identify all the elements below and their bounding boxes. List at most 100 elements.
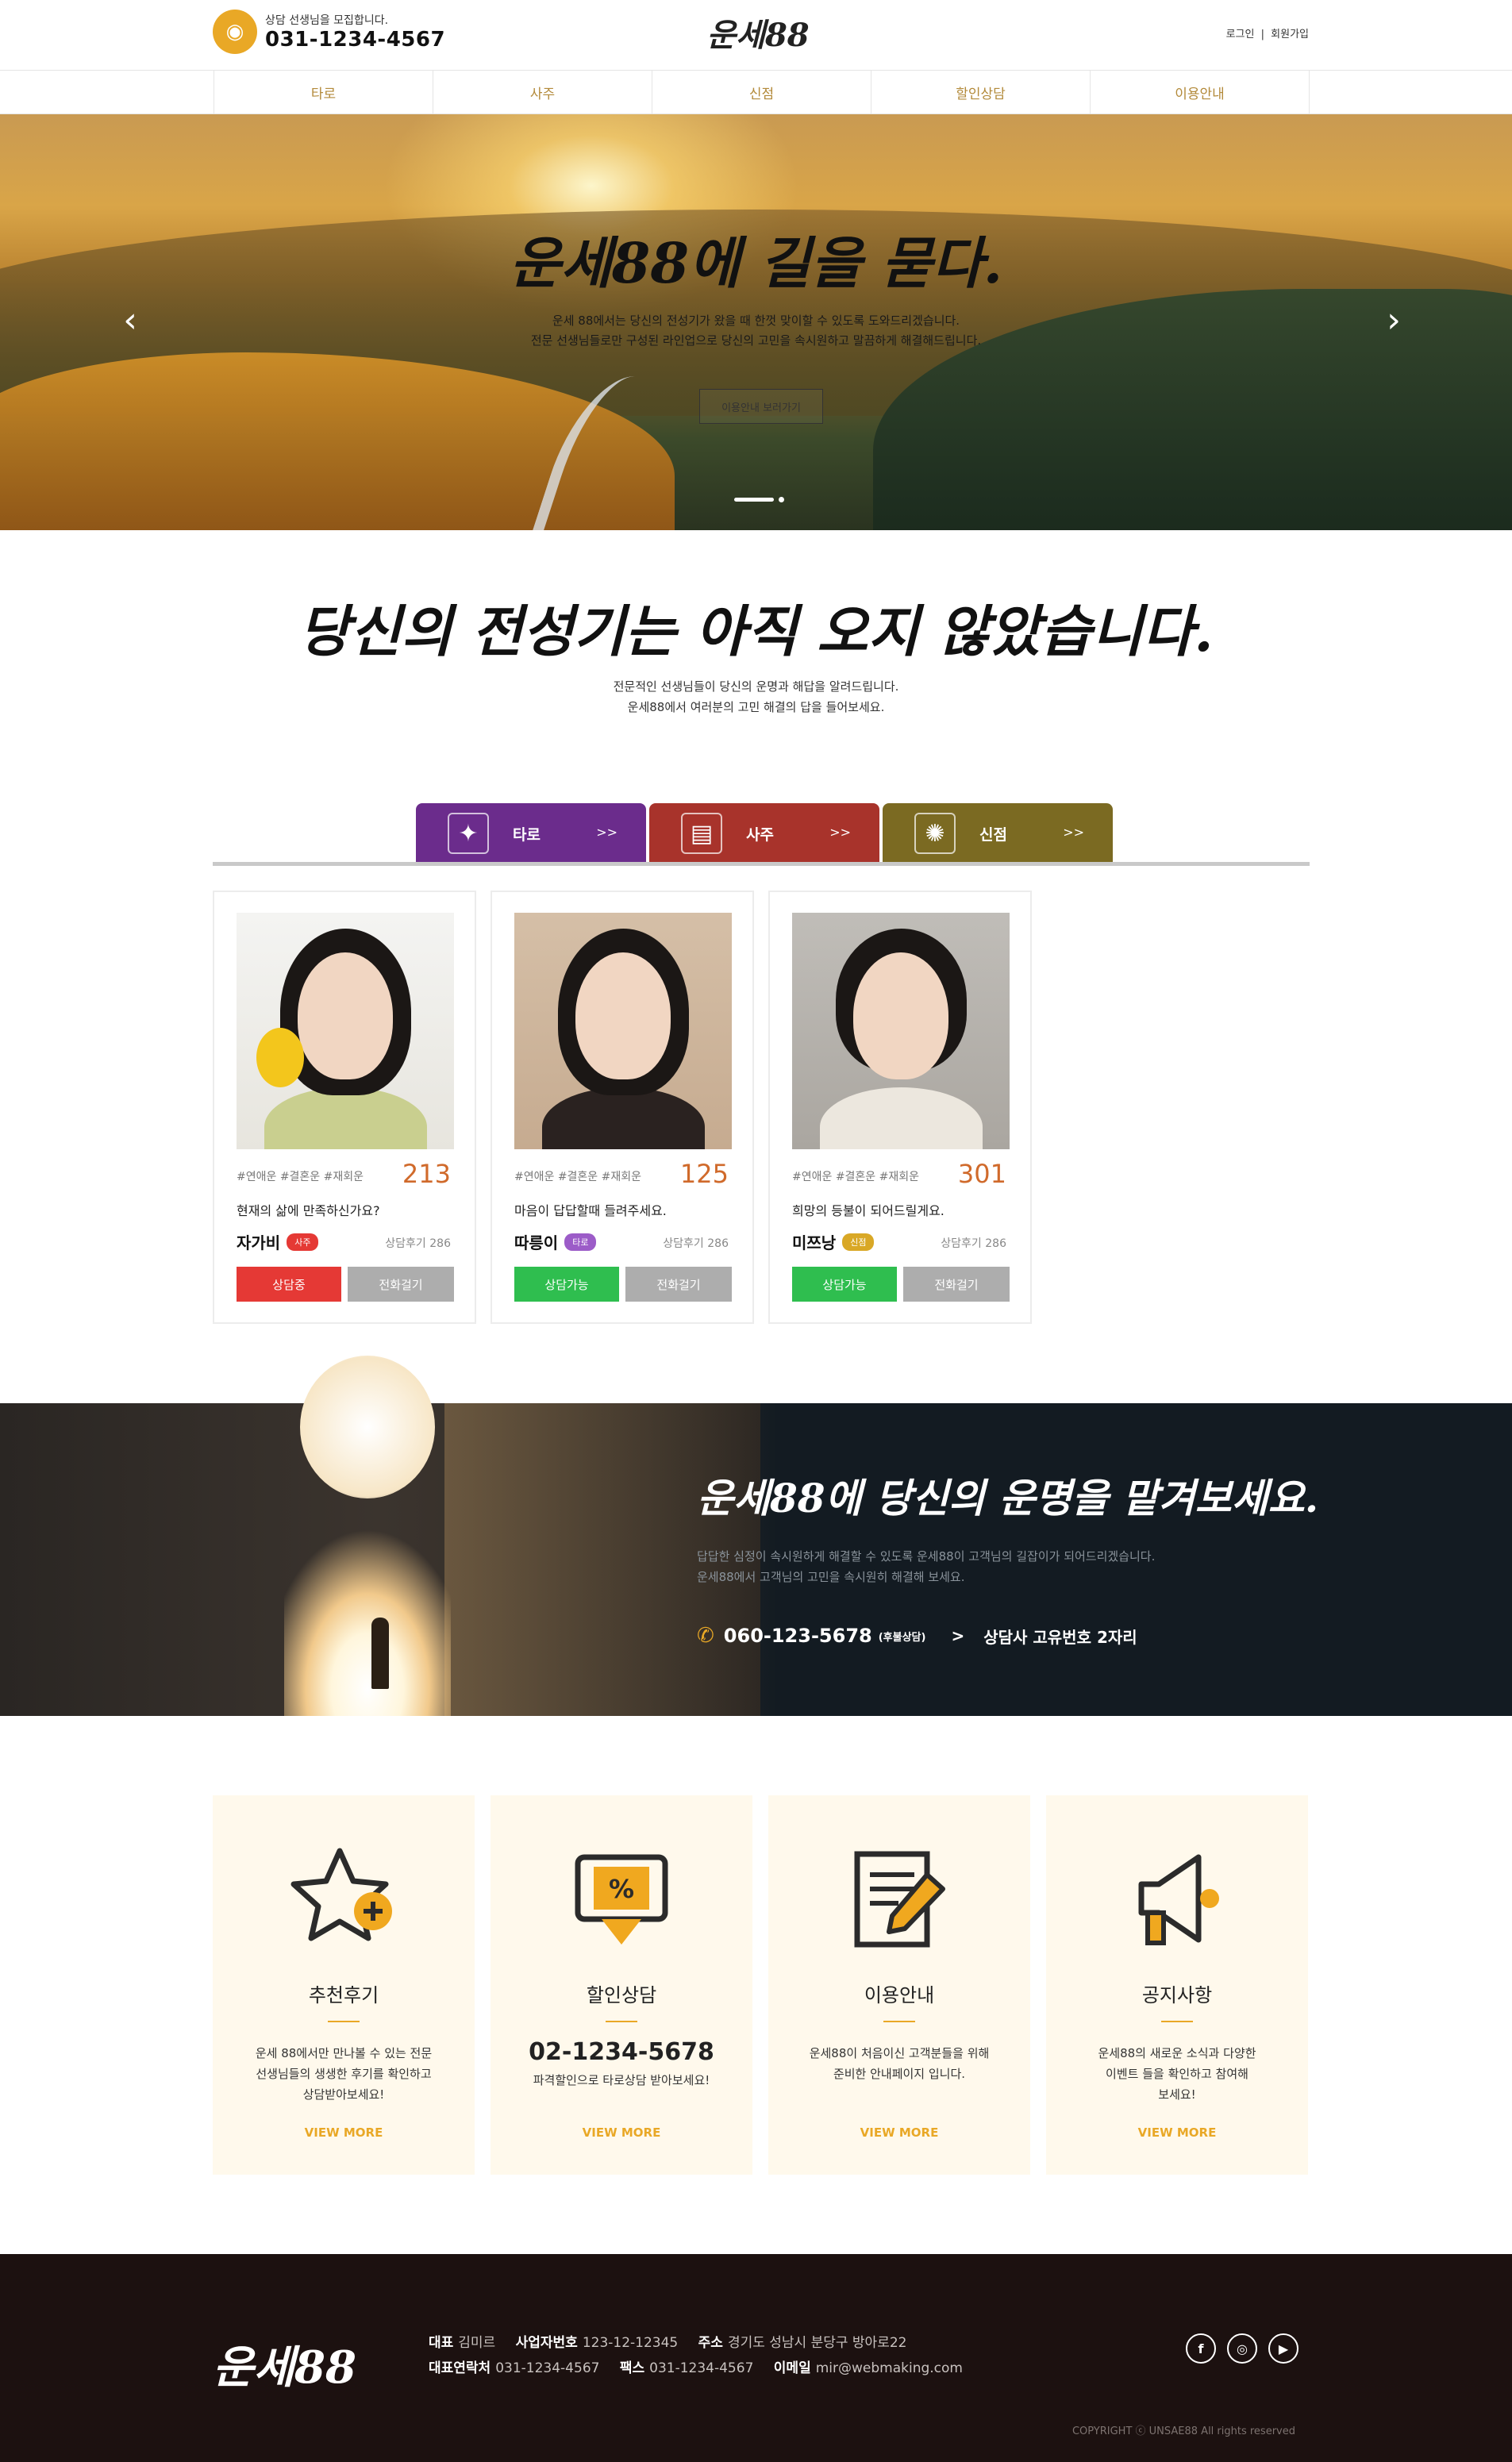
banner-code-text: 상담사 고유번호 2자리 bbox=[983, 1627, 1137, 1647]
tab-arrow: >> bbox=[1063, 825, 1084, 840]
star-plus-icon bbox=[290, 1848, 392, 1941]
nav-item-tarot[interactable]: 타로 bbox=[214, 71, 433, 113]
signup-link[interactable]: 회원가입 bbox=[1271, 29, 1309, 40]
photo-face bbox=[575, 952, 671, 1079]
banner-title: 운세88에 당신의 운명을 맡겨보세요. bbox=[697, 1475, 1319, 1521]
feature-desc-line: 상담받아보세요! bbox=[302, 2087, 385, 2102]
footer-logo[interactable]: 운세88 bbox=[213, 2332, 356, 2396]
feature-desc-line: 운세 88에서만 만나볼 수 있는 전문 bbox=[255, 2046, 433, 2060]
footer-label: 대표연락처 bbox=[429, 2360, 491, 2376]
discount-phone[interactable]: 02-1234-5678 bbox=[491, 2038, 752, 2066]
counselor-tags: #연애운 #결혼운 #재회운 bbox=[792, 1171, 920, 1183]
youtube-icon[interactable]: ▶ bbox=[1268, 2333, 1298, 2364]
counselor-card: #연애운 #결혼운 #재회운 301 희망의 등불이 되어드릴게요. 미쯔낭 신… bbox=[768, 891, 1032, 1324]
feature-discount[interactable]: % 할인상담 02-1234-5678 파격할인으로 타로상담 받아보세요! V… bbox=[491, 1795, 752, 2175]
feature-title: 이용안내 bbox=[864, 1984, 935, 2006]
header-phone: 031-1234-4567 bbox=[265, 28, 446, 52]
tab-sinjeom[interactable]: ✺ 신점 >> bbox=[883, 803, 1113, 864]
view-more-link[interactable]: VIEW MORE bbox=[491, 2125, 752, 2140]
recruit-text: 상담 선생님을 모집합니다. bbox=[265, 14, 389, 27]
banner-line-2: 운세88에서 고객님의 고민을 속시원히 해결해 보세요. bbox=[697, 1570, 965, 1584]
site-header: ◉ 상담 선생님을 모집합니다. 031-1234-4567 운세88 로그인 … bbox=[0, 0, 1512, 70]
counselor-name-row: 자가비 사주 bbox=[237, 1230, 319, 1253]
feature-boxes: 추천후기 운세 88에서만 만나볼 수 있는 전문 선생님들의 생생한 후기를 … bbox=[213, 1795, 1308, 2175]
review-count[interactable]: 상담후기 286 bbox=[941, 1235, 1006, 1251]
photo-face bbox=[853, 952, 948, 1079]
counselor-card: #연애운 #결혼운 #재회운 125 마음이 답답할때 들려주세요. 따릉이 타… bbox=[491, 891, 754, 1324]
footer-label: 이메일 bbox=[773, 2360, 811, 2376]
slider-dot[interactable] bbox=[779, 497, 784, 502]
next-slide-icon[interactable]: › bbox=[1378, 303, 1410, 338]
svg-text:%: % bbox=[609, 1874, 634, 1904]
counselor-list: #연애운 #결혼운 #재회운 213 현재의 삶에 만족하신가요? 자가비 사주… bbox=[213, 891, 1032, 1324]
photo-shoulders bbox=[542, 1087, 705, 1149]
footer-ceo: 김미르 bbox=[458, 2335, 496, 2351]
status-button[interactable]: 상담가능 bbox=[792, 1267, 897, 1302]
counselor-intro: 마음이 답답할때 들려주세요. bbox=[514, 1203, 667, 1218]
header-contact: ◉ 상담 선생님을 모집합니다. 031-1234-4567 bbox=[213, 10, 445, 54]
feature-reviews[interactable]: 추천후기 운세 88에서만 만나볼 수 있는 전문 선생님들의 생생한 후기를 … bbox=[213, 1795, 475, 2175]
call-button[interactable]: 전화걸기 bbox=[348, 1267, 454, 1302]
feature-title: 할인상담 bbox=[586, 1984, 657, 2006]
tab-label: 타로 bbox=[513, 825, 541, 844]
page: ◉ 상담 선생님을 모집합니다. 031-1234-4567 운세88 로그인 … bbox=[0, 0, 1512, 2462]
review-count[interactable]: 상담후기 286 bbox=[663, 1235, 729, 1251]
counselor-photo[interactable] bbox=[792, 913, 1010, 1149]
counselor-tags: #연애운 #결혼운 #재회운 bbox=[237, 1171, 364, 1183]
tab-underline bbox=[213, 862, 1310, 866]
hero-subtitle: 운세 88에서는 당신의 전성기가 왔을 때 한껏 맞이할 수 있도록 도와드리… bbox=[0, 311, 1512, 351]
tab-label: 사주 bbox=[746, 825, 774, 844]
call-button[interactable]: 전화걸기 bbox=[625, 1267, 732, 1302]
nav-item-sinjeom[interactable]: 신점 bbox=[652, 71, 871, 113]
counselor-count: 125 bbox=[679, 1159, 729, 1189]
footer-label: 팩스 bbox=[619, 2360, 645, 2376]
category-badge: 타로 bbox=[564, 1233, 597, 1251]
view-more-link[interactable]: VIEW MORE bbox=[768, 2125, 1030, 2140]
view-more-link[interactable]: VIEW MORE bbox=[1046, 2125, 1308, 2140]
counselor-name-row: 따릉이 타로 bbox=[514, 1230, 597, 1253]
slider-dot-active[interactable] bbox=[734, 498, 774, 502]
feature-desc: 운세88의 새로운 소식과 다양한 이벤트 들을 확인하고 참여해 보세요! bbox=[1070, 2043, 1284, 2105]
tab-saju[interactable]: ▤ 사주 >> bbox=[649, 803, 879, 864]
facebook-icon[interactable]: f bbox=[1186, 2333, 1216, 2364]
fortune-banner: 운세88에 당신의 운명을 맡겨보세요. 답답한 심정이 속시원하게 해결할 수… bbox=[0, 1356, 1512, 1716]
login-link[interactable]: 로그인 bbox=[1226, 29, 1255, 40]
feature-desc-line: 이벤트 들을 확인하고 참여해 bbox=[1106, 2067, 1248, 2081]
feature-divider bbox=[883, 2021, 915, 2022]
counselor-photo[interactable] bbox=[514, 913, 732, 1149]
tab-arrow: >> bbox=[596, 825, 617, 840]
scroll-icon: ▤ bbox=[681, 813, 722, 854]
photo-lemon bbox=[256, 1028, 304, 1087]
call-button[interactable]: 전화걸기 bbox=[903, 1267, 1010, 1302]
feature-guide[interactable]: 이용안내 운세88이 처음이신 고객분들을 위해 준비한 안내페이지 입니다. … bbox=[768, 1795, 1030, 2175]
prev-slide-icon[interactable]: ‹ bbox=[114, 303, 146, 338]
footer-address: 경기도 성남시 분당구 방아로22 bbox=[727, 2335, 907, 2351]
feature-divider bbox=[328, 2021, 360, 2022]
tab-tarot[interactable]: ✦ 타로 >> bbox=[416, 803, 646, 864]
counselor-photo[interactable] bbox=[237, 913, 454, 1149]
footer-tel: 031-1234-4567 bbox=[495, 2360, 600, 2376]
counselor-name: 따릉이 bbox=[514, 1233, 559, 1252]
feature-notice[interactable]: 공지사항 운세88의 새로운 소식과 다양한 이벤트 들을 확인하고 참여해 보… bbox=[1046, 1795, 1308, 2175]
banner-phone[interactable]: 060-123-5678 bbox=[724, 1625, 872, 1647]
footer-email[interactable]: mir@webmaking.com bbox=[816, 2360, 963, 2376]
nav-item-discount[interactable]: 할인상담 bbox=[871, 71, 1091, 113]
review-count[interactable]: 상담후기 286 bbox=[385, 1235, 451, 1251]
nav-item-guide[interactable]: 이용안내 bbox=[1091, 71, 1310, 113]
status-button[interactable]: 상담중 bbox=[237, 1267, 341, 1302]
intro-line-2: 운세88에서 여러분의 고민 해결의 답을 들어보세요. bbox=[627, 700, 885, 714]
counselor-name-row: 미쯔낭 신점 bbox=[792, 1230, 875, 1253]
nav-items: 타로 사주 신점 할인상담 이용안내 bbox=[214, 71, 1310, 113]
footer-biz-number: 123-12-12345 bbox=[582, 2335, 679, 2351]
counselor-tags: #연애운 #결혼운 #재회운 bbox=[514, 1171, 642, 1183]
guide-button[interactable]: 이용안내 보러가기 bbox=[699, 389, 823, 424]
fan-icon: ✺ bbox=[914, 813, 956, 854]
category-tabs: ✦ 타로 >> ▤ 사주 >> ✺ 신점 >> bbox=[416, 803, 1113, 864]
instagram-icon[interactable]: ◎ bbox=[1227, 2333, 1257, 2364]
status-button[interactable]: 상담가능 bbox=[514, 1267, 619, 1302]
view-more-link[interactable]: VIEW MORE bbox=[213, 2125, 475, 2140]
site-logo[interactable]: 운세88 bbox=[706, 10, 810, 56]
nav-item-saju[interactable]: 사주 bbox=[433, 71, 652, 113]
slider-dots bbox=[734, 497, 784, 502]
document-pencil-icon bbox=[854, 1851, 945, 1948]
